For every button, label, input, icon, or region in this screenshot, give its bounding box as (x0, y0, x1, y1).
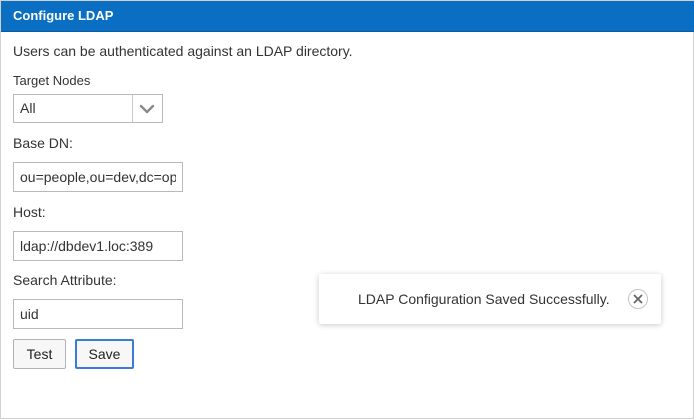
success-toast: LDAP Configuration Saved Successfully. (319, 274, 661, 324)
configure-ldap-dialog: Configure LDAP Users can be authenticate… (0, 0, 694, 419)
target-nodes-label: Target Nodes (13, 73, 91, 88)
toast-message: LDAP Configuration Saved Successfully. (358, 291, 610, 307)
dialog-titlebar: Configure LDAP (1, 1, 694, 32)
search-attribute-input[interactable] (13, 299, 183, 329)
base-dn-label: Base DN: (13, 135, 73, 151)
chevron-down-icon[interactable] (138, 101, 156, 117)
dialog-title: Configure LDAP (13, 8, 114, 23)
select-divider (132, 95, 133, 122)
test-button[interactable]: Test (13, 339, 66, 369)
host-label: Host: (13, 204, 46, 220)
host-input[interactable] (13, 231, 183, 261)
close-icon[interactable] (628, 289, 648, 309)
target-nodes-select[interactable]: All (13, 94, 163, 123)
search-attribute-label: Search Attribute: (13, 272, 117, 288)
target-nodes-selected-value: All (20, 100, 36, 116)
base-dn-input[interactable] (13, 162, 183, 192)
save-button[interactable]: Save (75, 339, 134, 369)
dialog-description: Users can be authenticated against an LD… (13, 43, 353, 59)
